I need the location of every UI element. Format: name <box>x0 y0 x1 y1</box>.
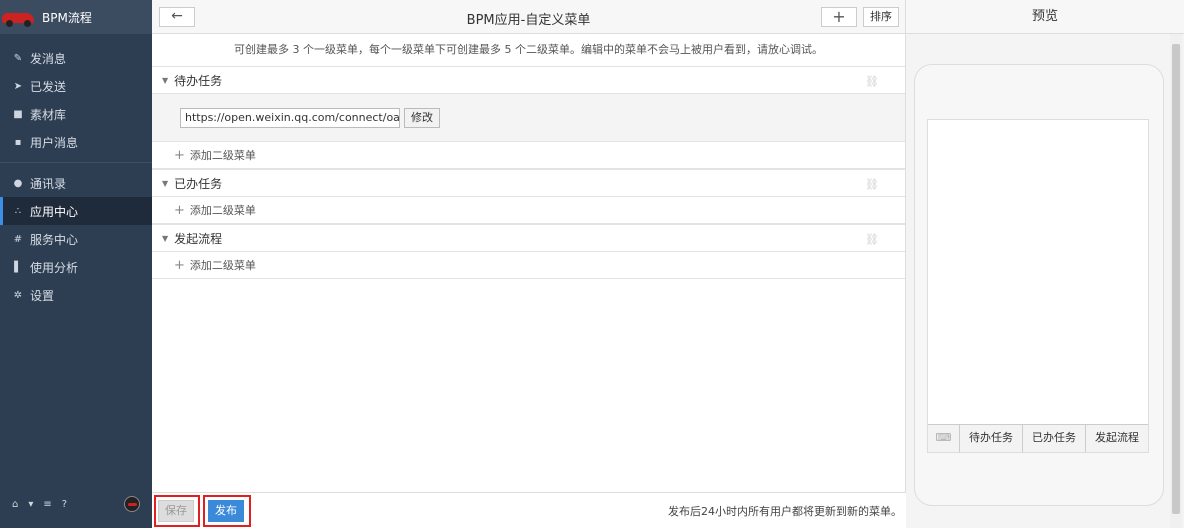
add-submenu-label: 添加二级菜单 <box>189 149 256 162</box>
plus-icon: + <box>174 257 185 273</box>
hash-icon: # <box>13 233 23 245</box>
sidebar-item-service-center[interactable]: # 服务中心 <box>0 225 152 253</box>
send-icon: ➤ <box>13 80 23 92</box>
preview-menu-item: 待办任务 <box>960 425 1023 452</box>
menu-name: 已办任务 <box>174 176 223 191</box>
sidebar-item-label: 应用中心 <box>30 204 79 219</box>
preview-menu-item: 已办任务 <box>1023 425 1086 452</box>
gear-icon: ✲ <box>13 289 23 301</box>
link-icon[interactable]: ⛓ <box>865 233 879 246</box>
sidebar-item-label: 使用分析 <box>30 260 79 275</box>
hint-text: 可创建最多 3 个一级菜单，每个一级菜单下可创建最多 5 个二级菜单。编辑中的菜… <box>234 43 823 56</box>
sidebar-item-label: 发消息 <box>30 51 67 66</box>
person-icon: ● <box>13 177 23 189</box>
sidebar-item-contacts[interactable]: ● 通讯录 <box>0 169 152 197</box>
sidebar-item-label: 已发送 <box>30 79 67 94</box>
briefcase-icon: ■ <box>13 108 23 120</box>
phone-screen: ⌨ 待办任务 已办任务 发起流程 <box>927 119 1149 453</box>
sidebar-item-app-center[interactable]: ∴ 应用中心 <box>0 197 152 225</box>
add-submenu-button[interactable]: + 添加二级菜单 <box>152 142 905 169</box>
menu-item-2[interactable]: ▼ 已办任务 ⛓ <box>152 169 905 197</box>
sidebar-item-label: 素材库 <box>30 107 67 122</box>
url-panel: https://open.weixin.qq.com/connect/oauth… <box>152 94 905 142</box>
caret-down-icon[interactable]: ▼ <box>162 179 168 188</box>
apps-icon: ∴ <box>14 205 22 217</box>
sort-button[interactable]: 排序 <box>863 7 899 27</box>
link-icon[interactable]: ⛓ <box>865 75 879 88</box>
main-panel: ← BPM应用-自定义菜单 + 排序 可创建最多 3 个一级菜单，每个一级菜单下… <box>152 0 906 528</box>
preview-menu-bar: ⌨ 待办任务 已办任务 发起流程 <box>928 424 1148 452</box>
phone-frame: ⌨ 待办任务 已办任务 发起流程 <box>914 64 1164 506</box>
menu-item-3[interactable]: ▼ 发起流程 ⛓ <box>152 224 905 252</box>
page-title: BPM应用-自定义菜单 <box>466 13 591 28</box>
add-submenu-label: 添加二级菜单 <box>189 204 256 217</box>
publish-button[interactable]: 发布 <box>208 500 244 522</box>
add-submenu-button[interactable]: + 添加二级菜单 <box>152 252 905 279</box>
toolbar: ← BPM应用-自定义菜单 + 排序 <box>152 0 905 34</box>
preview-panel: 预览 ⌨ 待办任务 已办任务 发起流程 <box>906 0 1184 528</box>
link-icon[interactable]: ⛓ <box>865 178 879 191</box>
edit-button[interactable]: 修改 <box>404 107 440 128</box>
menu-item-1[interactable]: ▼ 待办任务 ⛓ <box>152 66 905 94</box>
sidebar: BPM流程 ✎ 发消息 ➤ 已发送 ■ 素材库 ▪ 用户消息 ● 通讯录 ∴ 应用中心 # 服… <box>0 0 152 528</box>
footer-bar: 保存 发布 发布后24小时内所有用户都将更新到新的菜单。 <box>152 492 906 528</box>
add-submenu-button[interactable]: + 添加二级菜单 <box>152 197 905 224</box>
home-icon[interactable]: ⌂ <box>12 499 18 510</box>
avatar[interactable] <box>124 496 140 512</box>
pencil-icon: ✎ <box>13 52 23 64</box>
bar-chart-icon: ▌ <box>14 261 22 273</box>
help-icon[interactable]: ? <box>62 499 67 510</box>
menu-name: 发起流程 <box>174 231 223 246</box>
sidebar-footer: ⌂ ▾ ≡ ? <box>0 492 152 516</box>
sidebar-item-label: 设置 <box>30 288 55 303</box>
sidebar-item-send-message[interactable]: ✎ 发消息 <box>0 44 152 72</box>
preview-menu-item: 发起流程 <box>1095 431 1139 444</box>
sidebar-item-label: 用户消息 <box>30 135 79 150</box>
save-button[interactable]: 保存 <box>158 500 194 522</box>
sidebar-item-settings[interactable]: ✲ 设置 <box>0 281 152 309</box>
sidebar-item-label: 通讯录 <box>30 176 67 191</box>
sidebar-item-materials[interactable]: ■ 素材库 <box>0 100 152 128</box>
scrollbar-thumb[interactable] <box>1172 44 1180 514</box>
sidebar-item-label: 服务中心 <box>30 232 79 247</box>
chat-icon: ▪ <box>14 136 22 148</box>
cart-icon[interactable]: ▾ <box>28 499 33 510</box>
sidebar-item-sent[interactable]: ➤ 已发送 <box>0 72 152 100</box>
plus-icon: + <box>174 147 185 163</box>
plus-icon: + <box>832 7 846 26</box>
publish-note: 发布后24小时内所有用户都将更新到新的菜单。 <box>668 505 902 518</box>
menu-name: 待办任务 <box>174 73 223 88</box>
app-name: BPM流程 <box>42 10 92 25</box>
app-logo <box>0 6 36 28</box>
scrollbar[interactable] <box>1170 34 1182 528</box>
plus-icon: + <box>174 202 185 218</box>
sidebar-item-analytics[interactable]: ▌ 使用分析 <box>0 253 152 281</box>
keyboard-icon: ⌨ <box>928 425 960 452</box>
preview-title: 预览 <box>906 0 1184 34</box>
sidebar-item-user-messages[interactable]: ▪ 用户消息 <box>0 128 152 156</box>
sidebar-header[interactable]: BPM流程 <box>0 0 152 34</box>
add-menu-button[interactable]: + <box>821 7 857 27</box>
layers-icon[interactable]: ≡ <box>43 499 51 510</box>
caret-down-icon[interactable]: ▼ <box>162 234 168 243</box>
caret-down-icon[interactable]: ▼ <box>162 76 168 85</box>
add-submenu-label: 添加二级菜单 <box>189 259 256 272</box>
url-input[interactable]: https://open.weixin.qq.com/connect/oauth… <box>180 107 400 128</box>
